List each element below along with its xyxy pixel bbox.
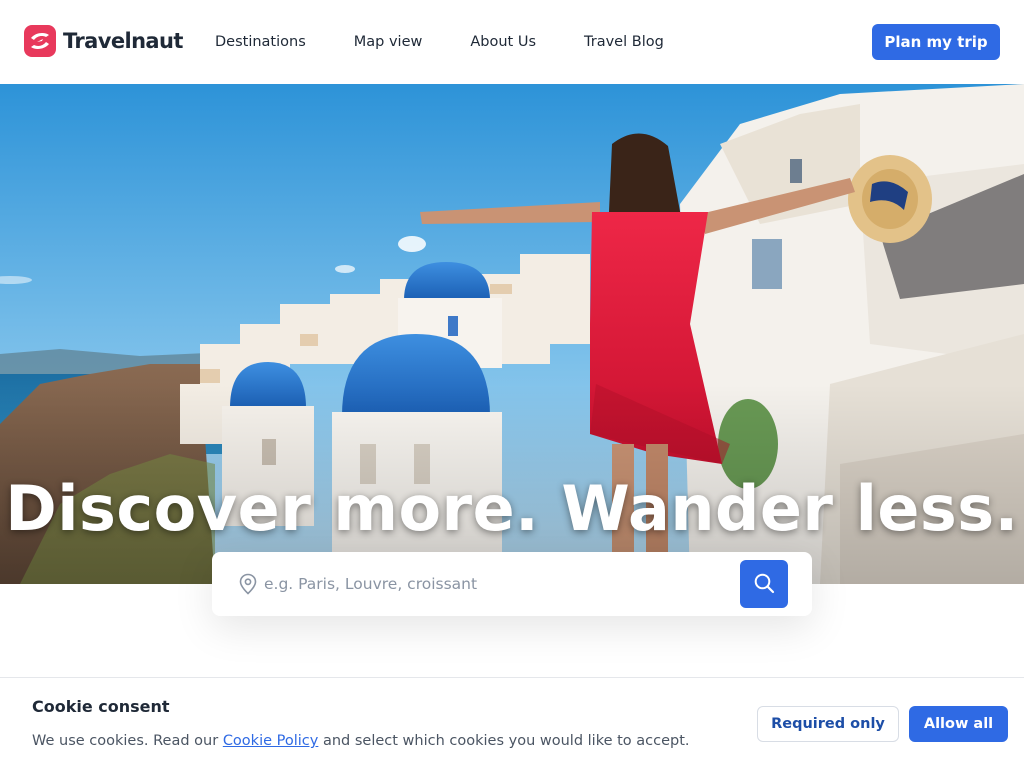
cookie-title: Cookie consent [32, 697, 170, 716]
search-icon [753, 572, 775, 597]
logo-plane-icon [24, 25, 56, 57]
brand-name: Travelnaut [63, 29, 183, 53]
required-only-button[interactable]: Required only [757, 706, 899, 742]
brand-logo[interactable]: Travelnaut [24, 25, 183, 57]
map-pin-icon [238, 573, 258, 599]
site-header: Travelnaut Destinations Map view About U… [0, 0, 1024, 84]
cookie-consent-banner: Cookie consent We use cookies. Read our … [0, 677, 1024, 768]
page: Travelnaut Destinations Map view About U… [0, 0, 1024, 768]
nav-item-destinations[interactable]: Destinations [215, 34, 306, 50]
cookie-policy-link[interactable]: Cookie Policy [223, 733, 319, 749]
nav-item-travel-blog[interactable]: Travel Blog [584, 34, 664, 50]
search-input[interactable] [264, 566, 724, 602]
main-nav: Destinations Map view About Us Travel Bl… [215, 0, 712, 84]
hero-section: Discover more. Wander less. [0, 84, 1024, 584]
plan-my-trip-button[interactable]: Plan my trip [872, 24, 1000, 60]
search-bar [212, 552, 812, 616]
allow-all-button[interactable]: Allow all [909, 706, 1008, 742]
nav-item-map-view[interactable]: Map view [354, 34, 423, 50]
cookie-text-before: We use cookies. Read our [32, 733, 223, 749]
hero-headline: Discover more. Wander less. [5, 472, 1019, 545]
nav-item-about-us[interactable]: About Us [470, 34, 536, 50]
search-button[interactable] [740, 560, 788, 608]
cookie-text-after: and select which cookies you would like … [318, 733, 690, 749]
cookie-message: We use cookies. Read our Cookie Policy a… [32, 733, 690, 749]
